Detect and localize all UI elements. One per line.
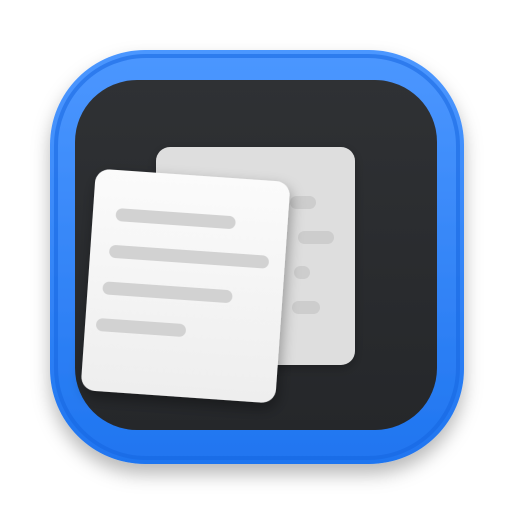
back-page-line <box>298 231 334 244</box>
back-page-line <box>292 301 320 314</box>
front-page <box>81 169 290 403</box>
back-page-line <box>290 196 316 209</box>
app-icon <box>0 0 512 512</box>
back-page-line <box>294 266 310 279</box>
document-pages-icon <box>50 50 464 464</box>
